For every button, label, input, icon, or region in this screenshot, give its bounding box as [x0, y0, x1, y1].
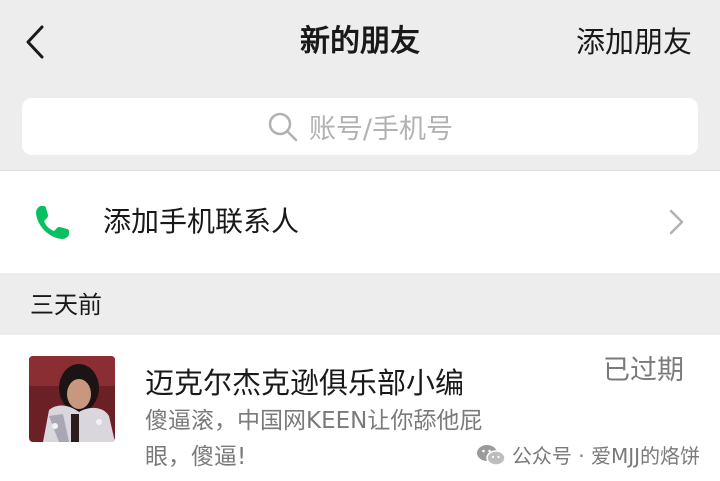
watermark-text: 公众号 · 爱MJJ的烙饼: [511, 444, 700, 468]
add-phone-contacts-row[interactable]: 添加手机联系人: [0, 171, 720, 273]
search-placeholder: 账号/手机号: [308, 114, 454, 145]
friend-request-item[interactable]: 迈克尔杰克逊俱乐部小编 傻逼滚，中国网KEEN让你舔他屁眼，傻逼! 已过期 公众…: [0, 335, 720, 481]
request-sender-name: 迈克尔杰克逊俱乐部小编: [145, 366, 465, 400]
avatar-image: [29, 356, 115, 442]
request-status: 已过期: [603, 355, 684, 386]
search-bar[interactable]: 账号/手机号: [22, 98, 698, 155]
chevron-right-icon: [669, 209, 684, 235]
avatar[interactable]: [29, 356, 115, 442]
phone-icon: [36, 206, 69, 239]
request-message: 傻逼滚，中国网KEEN让你舔他屁眼，傻逼!: [145, 408, 483, 470]
add-phone-contacts-label: 添加手机联系人: [103, 205, 300, 238]
section-header: 三天前: [30, 291, 102, 319]
watermark: 公众号 · 爱MJJ的烙饼: [476, 440, 700, 469]
add-friend-button[interactable]: 添加朋友: [576, 22, 692, 62]
wechat-logo-icon: [476, 444, 506, 466]
navigation-bar: 新的朋友 添加朋友: [0, 0, 720, 86]
search-icon: [268, 112, 298, 141]
